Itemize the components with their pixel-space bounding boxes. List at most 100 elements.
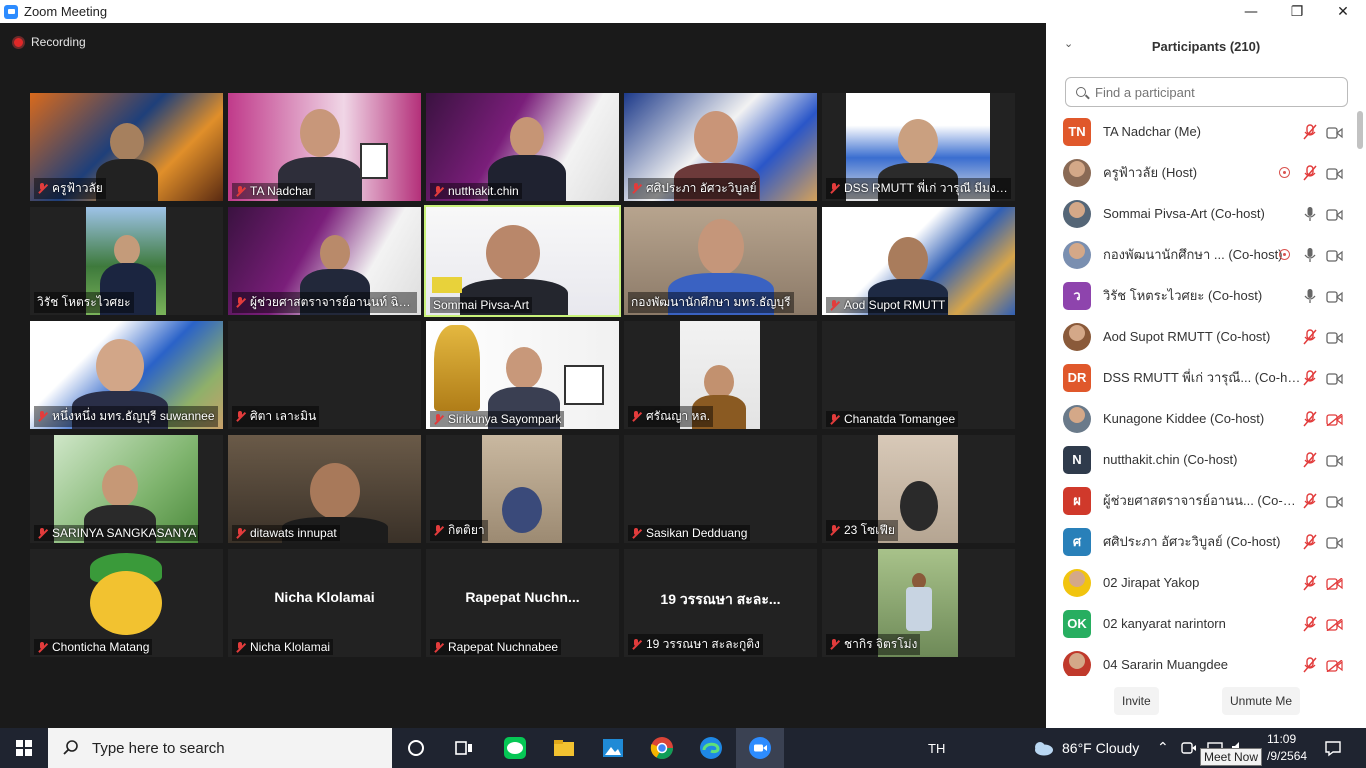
notifications-icon[interactable] — [1324, 739, 1342, 757]
close-button[interactable]: ✕ — [1320, 0, 1366, 23]
video-tile[interactable]: กองพัฒนานักศึกษา มทร.ธัญบุรี — [624, 207, 817, 315]
restore-button[interactable]: ❐ — [1274, 0, 1320, 23]
video-icon[interactable] — [1326, 536, 1343, 549]
participant-row[interactable]: Sommai Pivsa-Art (Co-host) — [1046, 193, 1356, 234]
video-icon[interactable] — [1326, 167, 1343, 180]
muted-mic-icon[interactable] — [1303, 615, 1317, 632]
chrome-icon[interactable] — [650, 736, 674, 760]
clock-time[interactable]: 11:09 — [1267, 731, 1296, 747]
recording-indicator[interactable]: Recording — [12, 35, 86, 49]
file-explorer-icon[interactable] — [552, 736, 576, 760]
participant-row[interactable]: Aod Supot RMUTT (Co-host) — [1046, 316, 1356, 357]
line-app-icon[interactable] — [503, 736, 527, 760]
video-tile[interactable]: Chanatda Tomangee — [822, 321, 1015, 429]
video-icon[interactable] — [1326, 495, 1343, 508]
video-off-icon[interactable] — [1326, 617, 1343, 632]
participant-scrollbar[interactable] — [1357, 111, 1363, 676]
video-tile[interactable]: กิตติยา — [426, 435, 619, 543]
video-tile[interactable]: nutthakit.chin — [426, 93, 619, 201]
video-off-icon[interactable] — [1326, 658, 1343, 673]
muted-mic-icon[interactable] — [1303, 328, 1317, 345]
mic-icon[interactable] — [1303, 206, 1317, 222]
video-tile[interactable]: ศศิประภา อัศวะวิบูลย์ — [624, 93, 817, 201]
video-tile[interactable]: Aod Supot RMUTT — [822, 207, 1015, 315]
video-icon[interactable] — [1326, 290, 1343, 303]
tile-name: กองพัฒนานักศึกษา มทร.ธัญบุรี — [631, 295, 791, 309]
cortana-icon[interactable] — [404, 736, 428, 760]
zoom-taskbar-icon[interactable] — [748, 736, 772, 760]
scroll-thumb[interactable] — [1357, 111, 1363, 149]
video-tile[interactable]: Nicha Klolamai Nicha Klolamai — [228, 549, 421, 657]
mic-icon[interactable] — [1303, 247, 1317, 263]
participant-row[interactable]: ศ ศศิประภา อัศวะวิบูลย์ (Co-host) — [1046, 521, 1356, 562]
participant-row[interactable]: Kunagone Kiddee (Co-host) — [1046, 398, 1356, 439]
muted-mic-icon[interactable] — [1303, 410, 1317, 427]
language-indicator[interactable]: TH — [928, 728, 945, 768]
video-icon[interactable] — [1326, 454, 1343, 467]
participant-row[interactable]: TN TA Nadchar (Me) — [1046, 111, 1356, 152]
video-tile[interactable]: หนึ่งหนึ่ง มทร.ธัญบุรี suwannee — [30, 321, 223, 429]
video-tile[interactable]: ครูฟ้าวลัย — [30, 93, 223, 201]
participant-row[interactable]: ผ ผู้ช่วยศาสตราจารย์อานน... (Co-host) — [1046, 480, 1356, 521]
mic-icon[interactable] — [1303, 288, 1317, 304]
start-button[interactable] — [0, 728, 48, 768]
video-tile[interactable]: Chonticha Matang — [30, 549, 223, 657]
video-tile[interactable]: Rapepat Nuchn... Rapepat Nuchnabee — [426, 549, 619, 657]
clock-date[interactable]: /9/2564 — [1267, 748, 1307, 764]
video-tile[interactable]: 23 โซเฟีย — [822, 435, 1015, 543]
chevron-down-icon[interactable]: ⌄ — [1064, 37, 1073, 50]
video-icon[interactable] — [1326, 208, 1343, 221]
active-speaker-tile[interactable]: Sommai Pivsa-Art — [424, 205, 621, 317]
video-tile[interactable]: DSS RMUTT พี่เก่ วารุณี มีมงบุ... — [822, 93, 1015, 201]
participant-row[interactable]: 04 Sararin Muangdee — [1046, 644, 1356, 676]
task-view-icon[interactable] — [452, 736, 476, 760]
video-tile[interactable]: ditawats innupat — [228, 435, 421, 543]
muted-mic-icon[interactable] — [1303, 533, 1317, 550]
participant-row[interactable]: ครูฟ้าวลัย (Host) — [1046, 152, 1356, 193]
video-off-icon[interactable] — [1326, 576, 1343, 591]
video-tile[interactable]: ชากิร จิตรโม่ง — [822, 549, 1015, 657]
video-off-icon[interactable] — [1326, 412, 1343, 427]
muted-mic-icon — [235, 641, 246, 653]
minimize-button[interactable]: — — [1228, 0, 1274, 23]
participant-search-input[interactable] — [1093, 83, 1337, 101]
tile-display-name: Nicha Klolamai — [274, 589, 375, 605]
muted-mic-icon[interactable] — [1303, 123, 1317, 140]
muted-mic-icon[interactable] — [1303, 492, 1317, 509]
video-tile[interactable]: วิรัช โหตระไวศยะ — [30, 207, 223, 315]
video-tile[interactable]: Sirikunya Sayompark — [426, 321, 619, 429]
participant-row[interactable]: 02 Jirapat Yakop — [1046, 562, 1356, 603]
meet-now-icon[interactable] — [1180, 739, 1198, 757]
show-hidden-icons-chevron[interactable]: ⌃ — [1157, 728, 1169, 768]
video-icon[interactable] — [1326, 372, 1343, 385]
video-tile[interactable]: ศรัณญา หล. — [624, 321, 817, 429]
participant-row[interactable]: OK 02 kanyarat narintorn — [1046, 603, 1356, 644]
video-tile[interactable]: ผู้ช่วยศาสตราจารย์อานนท์ ฉิมม... — [228, 207, 421, 315]
participant-search[interactable] — [1065, 77, 1348, 107]
video-tile[interactable]: 19 วรรณษา สะละ... 19 วรรณษา สะละกูติง — [624, 549, 817, 657]
unmute-me-button[interactable]: Unmute Me — [1222, 687, 1301, 715]
participant-row[interactable]: ว วิรัช โหตระไวศยะ (Co-host) — [1046, 275, 1356, 316]
participant-row[interactable]: Nnutthakit.chin (Co-host) — [1046, 439, 1356, 480]
muted-mic-icon[interactable] — [1303, 164, 1317, 181]
video-icon[interactable] — [1326, 331, 1343, 344]
video-tile[interactable]: Sasikan Dedduang — [624, 435, 817, 543]
muted-mic-icon — [829, 183, 840, 194]
taskbar-search[interactable]: Type here to search — [48, 728, 392, 768]
video-icon[interactable] — [1326, 249, 1343, 262]
photos-icon[interactable] — [601, 736, 625, 760]
participant-row[interactable]: กองพัฒนานักศึกษา ... (Co-host) — [1046, 234, 1356, 275]
edge-icon[interactable] — [699, 736, 723, 760]
video-tile[interactable]: SARINYA SANGKASANYA — [30, 435, 223, 543]
invite-button[interactable]: Invite — [1114, 687, 1159, 715]
video-icon[interactable] — [1326, 126, 1343, 139]
muted-mic-icon[interactable] — [1303, 369, 1317, 386]
weather-widget[interactable]: 86°F Cloudy — [1032, 728, 1139, 768]
video-tile[interactable]: TA Nadchar — [228, 93, 421, 201]
video-tile[interactable]: ศิตา เลาะมิน — [228, 321, 421, 429]
participant-list[interactable]: TN TA Nadchar (Me) ครูฟ้าวลัย (Host) Sommai… — [1046, 111, 1356, 676]
muted-mic-icon[interactable] — [1303, 656, 1317, 673]
participant-row[interactable]: DR DSS RMUTT พี่เก่ วารุณี... (Co-host) — [1046, 357, 1356, 398]
muted-mic-icon[interactable] — [1303, 574, 1317, 591]
muted-mic-icon[interactable] — [1303, 451, 1317, 468]
